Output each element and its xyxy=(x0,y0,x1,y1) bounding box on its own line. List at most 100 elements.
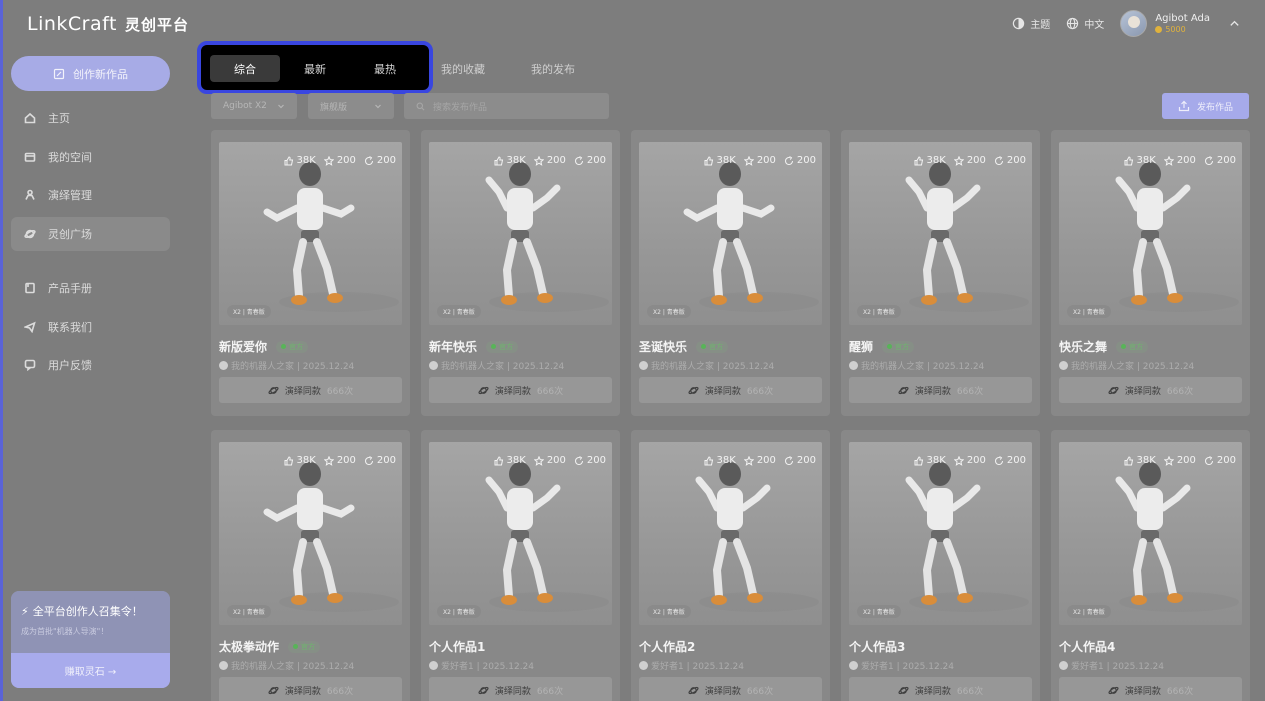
work-thumbnail[interactable]: 38K 200 200 X2 | 青春版 xyxy=(849,442,1032,625)
star-icon xyxy=(743,455,754,466)
work-thumbnail[interactable]: 38K 200 200 X2 | 青春版 xyxy=(219,442,402,625)
author-avatar-icon xyxy=(219,361,228,370)
tab-my-favorites[interactable]: 我的收藏 xyxy=(441,55,485,82)
work-stats: 38K 200 200 xyxy=(1124,155,1236,166)
work-card[interactable]: 38K 200 200 X2 | 青春版 圣诞快乐 官方 我的机器人之家 | 2025.12… xyxy=(631,130,830,416)
work-thumbnail[interactable]: 38K 200 200 X2 | 青春版 xyxy=(639,142,822,325)
work-card[interactable]: 38K 200 200 X2 | 青春版 醒狮 官方 我的机器人之家 | 2025.12.2… xyxy=(841,130,1040,416)
work-title: 圣诞快乐 xyxy=(639,340,688,354)
perform-count: 666次 xyxy=(746,386,774,397)
model-select-value: Agibot X2 xyxy=(223,101,267,111)
tab-latest[interactable]: 最新 xyxy=(280,55,350,82)
work-card[interactable]: 38K 200 200 X2 | 青春版 个人作品4 爱好者1 | 2025.12.24 演… xyxy=(1051,430,1250,701)
work-card[interactable]: 38K 200 200 X2 | 青春版 个人作品3 爱好者1 | 2025.12.24 演… xyxy=(841,430,1040,701)
perform-same-label: 演绎同款 xyxy=(704,686,741,697)
folder-icon xyxy=(24,152,36,162)
robot-icon xyxy=(25,189,35,200)
share-icon xyxy=(784,155,793,165)
work-thumbnail[interactable]: 38K 200 200 X2 | 青春版 xyxy=(219,142,402,325)
work-card[interactable]: 38K 200 200 X2 | 青春版 新版爱你 官方 我的机器人之家 | 2025.12… xyxy=(211,130,410,416)
perform-same-button[interactable]: 演绎同款 666次 xyxy=(429,677,612,701)
status-dot-icon xyxy=(281,344,287,349)
theme-label: 主题 xyxy=(1030,20,1051,31)
work-stats: 38K 200 200 xyxy=(494,155,606,166)
work-card[interactable]: 38K 200 200 X2 | 青春版 个人作品2 爱好者1 | 2025.12.24 演… xyxy=(631,430,830,701)
search-input[interactable]: 搜索发布作品 xyxy=(404,93,609,119)
author-avatar-icon xyxy=(429,361,438,370)
work-card[interactable]: 38K 200 200 X2 | 青春版 太极拳动作 官方 我的机器人之家 | 2025.1… xyxy=(211,430,410,701)
perform-same-label: 演绎同款 xyxy=(1124,686,1161,697)
sidebar-nav-secondary: 产品手册 联系我们 用户反馈 xyxy=(11,271,170,387)
work-title-row: 新年快乐 官方 xyxy=(429,338,519,355)
work-card[interactable]: 38K 200 200 X2 | 青春版 快乐之舞 官方 我的机器人之家 | 2025.12… xyxy=(1051,130,1250,416)
perform-same-button[interactable]: 演绎同款 666次 xyxy=(219,377,402,403)
perform-same-button[interactable]: 演绎同款 666次 xyxy=(1059,377,1242,403)
stars-stat: 200 xyxy=(323,155,356,166)
likes-stat: 38K xyxy=(914,155,946,166)
work-thumbnail[interactable]: 38K 200 200 X2 | 青春版 xyxy=(849,142,1032,325)
work-stats: 38K 200 200 xyxy=(284,155,396,166)
work-card[interactable]: 38K 200 200 X2 | 青春版 新年快乐 官方 我的机器人之家 | 2025.12… xyxy=(421,130,620,416)
work-title-row: 醒狮 官方 xyxy=(849,338,915,355)
tab-hottest[interactable]: 最热 xyxy=(350,55,420,82)
theme-icon xyxy=(1013,17,1025,30)
star-icon xyxy=(533,155,544,166)
model-select[interactable]: Agibot X2 xyxy=(211,93,297,119)
chevron-down-icon xyxy=(375,104,381,109)
sidebar-item-manual[interactable]: 产品手册 xyxy=(11,271,170,305)
sidebar-item-contact[interactable]: 联系我们 xyxy=(11,310,170,344)
tab-comprehensive[interactable]: 综合 xyxy=(210,55,280,82)
sidebar-item-label: 我的空间 xyxy=(48,150,92,164)
perform-same-button[interactable]: 演绎同款 666次 xyxy=(219,677,402,701)
stars-stat: 200 xyxy=(1163,155,1196,166)
sidebar-item-performance-management[interactable]: 演绎管理 xyxy=(11,178,170,212)
likes-stat: 38K xyxy=(1124,155,1156,166)
work-title: 个人作品3 xyxy=(849,640,906,654)
perform-same-button[interactable]: 演绎同款 666次 xyxy=(849,377,1032,403)
sidebar-item-feedback[interactable]: 用户反馈 xyxy=(11,348,170,382)
version-tag: X2 | 青春版 xyxy=(227,605,271,618)
planet-icon xyxy=(898,686,909,694)
thumbs-up-icon xyxy=(284,455,293,465)
topbar-actions: 主题 中文 Agibot Ada 5000 xyxy=(1012,10,1241,37)
likes-stat: 38K xyxy=(284,155,316,166)
perform-count: 666次 xyxy=(1166,386,1194,397)
perform-same-button[interactable]: 演绎同款 666次 xyxy=(1059,677,1242,701)
work-thumbnail[interactable]: 38K 200 200 X2 | 青春版 xyxy=(1059,442,1242,625)
status-dot-icon xyxy=(701,344,707,349)
likes-stat: 38K xyxy=(704,455,736,466)
perform-same-label: 演绎同款 xyxy=(284,386,321,397)
home-icon xyxy=(24,112,36,124)
version-tag: X2 | 青春版 xyxy=(1067,305,1111,318)
star-icon xyxy=(743,155,754,166)
sidebar-item-my-space[interactable]: 我的空间 xyxy=(11,140,170,174)
shares-stat: 200 xyxy=(1204,455,1236,466)
chevron-up-icon[interactable] xyxy=(1228,17,1241,30)
version-tag: X2 | 青春版 xyxy=(227,305,271,318)
work-thumbnail[interactable]: 38K 200 200 X2 | 青春版 xyxy=(429,442,612,625)
work-thumbnail[interactable]: 38K 200 200 X2 | 青春版 xyxy=(639,442,822,625)
work-card[interactable]: 38K 200 200 X2 | 青春版 个人作品1 爱好者1 | 2025.12.24 演… xyxy=(421,430,620,701)
language-switch[interactable]: 中文 xyxy=(1066,16,1104,31)
version-tag: X2 | 青春版 xyxy=(647,305,691,318)
work-thumbnail[interactable]: 38K 200 200 X2 | 青春版 xyxy=(1059,142,1242,325)
earn-stones-button[interactable]: 赚取灵石 → xyxy=(11,653,170,688)
create-new-work-button[interactable]: 创作新作品 xyxy=(11,56,170,91)
perform-same-button[interactable]: 演绎同款 666次 xyxy=(429,377,612,403)
tab-my-publications[interactable]: 我的发布 xyxy=(531,55,575,82)
stars-stat: 200 xyxy=(953,155,986,166)
user-menu[interactable]: Agibot Ada 5000 xyxy=(1120,10,1241,37)
perform-same-button[interactable]: 演绎同款 666次 xyxy=(849,677,1032,701)
sidebar-item-plaza[interactable]: 灵创广场 xyxy=(11,216,170,251)
author-avatar-icon xyxy=(1059,661,1068,670)
perform-same-button[interactable]: 演绎同款 666次 xyxy=(639,377,822,403)
publish-work-button[interactable]: 发布作品 xyxy=(1162,93,1249,119)
work-thumbnail[interactable]: 38K 200 200 X2 | 青春版 xyxy=(429,142,612,325)
perform-count: 666次 xyxy=(326,686,354,697)
logo[interactable]: LinkCraft 灵创平台 xyxy=(27,13,189,35)
perform-same-button[interactable]: 演绎同款 666次 xyxy=(639,677,822,701)
theme-toggle[interactable]: 主题 xyxy=(1012,16,1050,31)
status-dot-icon xyxy=(1121,344,1127,349)
sidebar-item-home[interactable]: 主页 xyxy=(11,101,170,135)
version-select[interactable]: 旗舰版 xyxy=(308,93,394,119)
